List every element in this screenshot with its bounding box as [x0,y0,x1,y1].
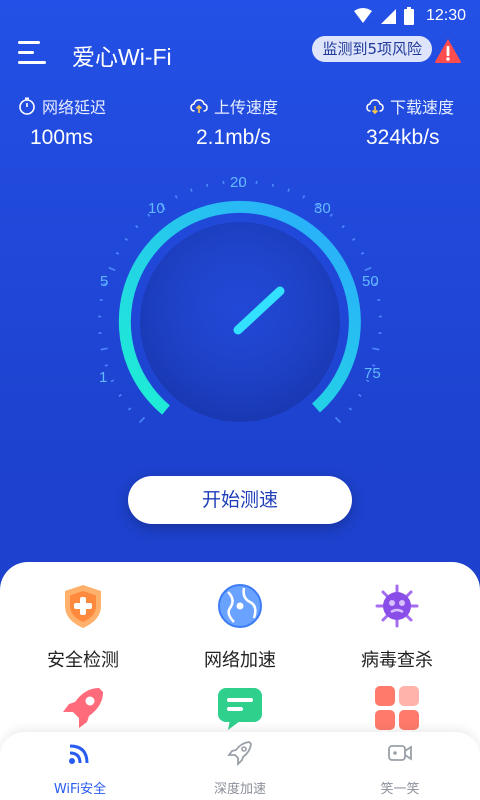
rocket-icon [63,688,103,728]
feature-label: 安全检测 [47,650,119,671]
tab-deep-boost[interactable]: 深度加速 [180,740,300,797]
gauge-tick [351,237,356,241]
video-icon [388,745,412,761]
gauge-tick [341,225,345,229]
status-icons: 12:30 [353,7,466,25]
wifi-signal-icon [353,8,372,23]
scale-label: 20 [230,174,247,191]
gauge-tick [108,266,116,272]
scale-label: 5 [100,273,109,290]
gauge-tick [271,183,274,188]
stat-label: 上传速度 [214,98,279,117]
gauge-tick [139,416,146,423]
stat-label: 网络延迟 [42,98,107,117]
tab-wifi-security[interactable]: WiFi安全 [20,740,140,797]
stat-value: 100ms [30,126,94,149]
stat-label: 下载速度 [390,98,455,117]
gauge-tick [190,188,193,192]
scale-label: 1 [99,369,108,386]
status-time: 12:30 [425,7,466,24]
gauge-tick [372,347,380,351]
stat-value: 2.1mb/s [196,126,271,149]
gauge-dial [98,180,382,423]
gauge-tick [206,183,209,188]
gauge-tick [127,407,132,411]
start-test-button[interactable]: 开始测速 [128,476,352,524]
stat-upload: 上传速度 2.1mb/s [190,94,340,150]
scale-label: 10 [148,200,165,217]
gauge-tick [124,237,129,241]
gauge-tick [100,347,108,351]
scale-label: 30 [314,200,331,217]
feature-label: 网络加速 [204,650,276,671]
status-bar: 12:30 [0,0,480,34]
warning-icon[interactable] [434,38,462,64]
menu-button[interactable] [18,38,48,68]
risk-badge[interactable]: 监测到5项风险 [312,36,432,62]
timer-icon [19,97,35,115]
gauge-tick [174,195,178,199]
cell-signal-icon [380,9,396,24]
gauge-tick [348,407,353,411]
apps-grid-icon [375,686,419,730]
gauge-tick [358,393,362,397]
gauge-tick [360,251,365,255]
rocket-outline-icon [227,741,252,767]
speed-gauge: 1 5 10 20 30 50 75 [0,160,480,460]
gauge-tick [135,225,139,229]
nav-label: WiFi安全 [53,782,107,797]
battery-icon [403,7,414,25]
gauge-tick [110,379,115,383]
bottom-nav: WiFi安全 深度加速 笑一笑 [0,732,480,800]
cloud-upload-icon [190,99,208,113]
gauge-tick [302,195,306,199]
scale-label: 50 [362,273,379,290]
gauge-tick [334,416,341,423]
gauge-tick [118,393,122,397]
message-icon [218,688,262,730]
stat-latency: 网络延迟 100ms [18,94,168,150]
app-title: 爱心Wi-Fi [72,44,172,70]
gauge-tick [104,364,109,367]
globe-icon [218,584,262,628]
shield-plus-icon [65,585,101,628]
gauge-tick [364,266,372,272]
gauge-tick [115,251,120,255]
nav-label: 笑一笑 [380,782,420,797]
app-header: 爱心Wi-Fi 监测到5项风险 [0,34,480,78]
feature-virus-scan[interactable]: 病毒查杀 [322,582,472,672]
wifi-icon [69,744,89,764]
scale-label: 75 [364,365,381,382]
tab-laugh[interactable]: 笑一笑 [340,740,460,797]
feature-network-boost[interactable]: 网络加速 [165,582,315,672]
gauge-tick [287,188,290,192]
virus-icon [375,584,419,628]
stat-download: 下载速度 324kb/s [366,94,480,150]
feature-label: 病毒查杀 [361,650,433,671]
nav-label: 深度加速 [213,782,266,797]
gauge-inner [140,222,340,422]
stat-value: 324kb/s [366,126,440,149]
feature-security-check[interactable]: 安全检测 [8,582,158,672]
cloud-download-icon [366,99,384,115]
